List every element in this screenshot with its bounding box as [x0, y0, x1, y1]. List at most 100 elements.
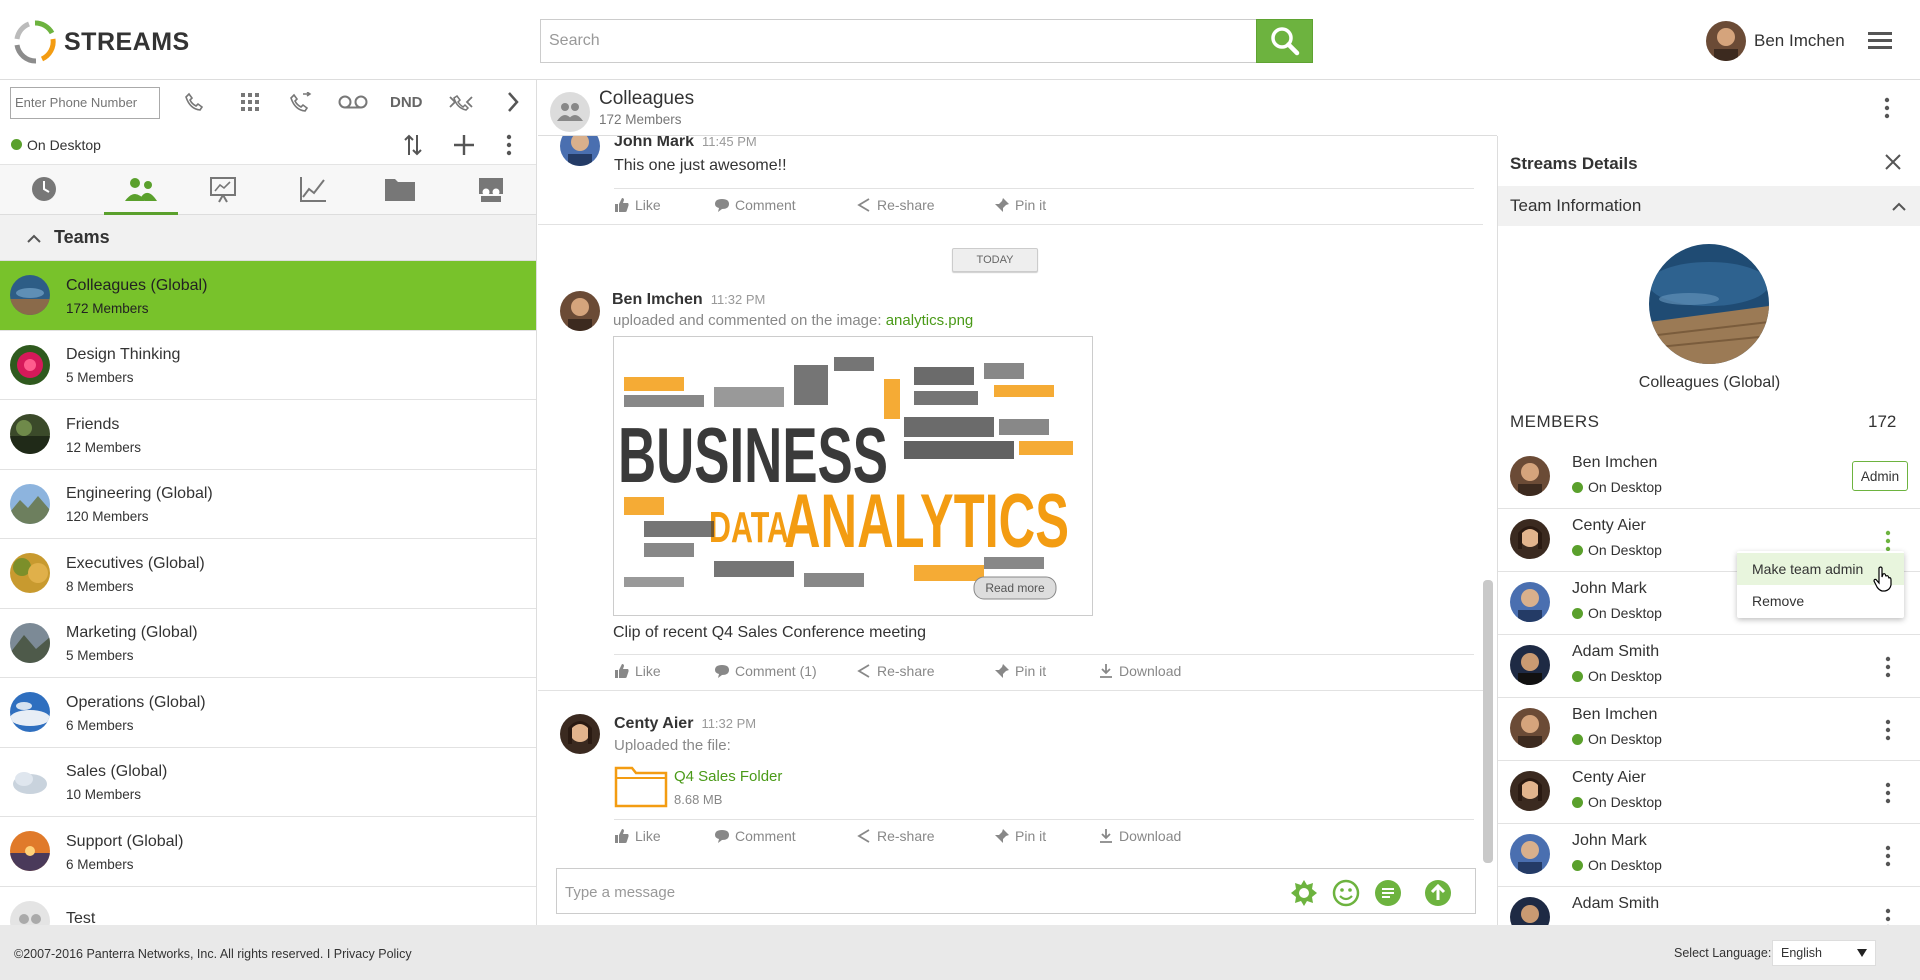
- member-options-icon[interactable]: [1884, 655, 1904, 679]
- admin-badge[interactable]: Admin: [1852, 461, 1908, 491]
- reshare-button[interactable]: Re-share: [856, 197, 935, 213]
- member-row[interactable]: Ben Imchen On Desktop: [1498, 698, 1920, 761]
- date-separator: TODAY: [952, 248, 1038, 272]
- team-item[interactable]: Test: [0, 887, 536, 925]
- member-options-icon[interactable]: [1884, 781, 1904, 805]
- post-image[interactable]: BUSINESS ANALYTICS DATA Read more: [613, 336, 1093, 616]
- member-avatar: [1510, 834, 1550, 874]
- download-button[interactable]: Download: [1098, 828, 1181, 844]
- member-options-icon[interactable]: [1884, 529, 1904, 553]
- member-name: Ben Imchen: [1572, 706, 1658, 723]
- language-select[interactable]: English: [1772, 940, 1876, 966]
- chat-bubble-icon[interactable]: [1374, 879, 1402, 907]
- member-options-icon[interactable]: [1884, 718, 1904, 742]
- dialpad-icon[interactable]: [240, 89, 260, 115]
- feed-scrollbar[interactable]: [1483, 580, 1493, 863]
- comment-button[interactable]: Comment: [714, 828, 796, 844]
- search-button[interactable]: [1256, 19, 1313, 63]
- member-list: Ben Imchen On Desktop Admin Centy Aier O…: [1498, 446, 1920, 925]
- tab-history[interactable]: [14, 175, 74, 215]
- tab-meetings[interactable]: [461, 175, 521, 215]
- share-icon: [857, 829, 870, 843]
- team-member-count: 6 Members: [66, 717, 134, 733]
- phone-icon[interactable]: [184, 89, 204, 115]
- tab-presentation[interactable]: [193, 175, 253, 215]
- team-item[interactable]: Executives (Global) 8 Members: [0, 539, 536, 609]
- teams-section-header[interactable]: Teams: [0, 215, 536, 261]
- reshare-button[interactable]: Re-share: [856, 663, 935, 679]
- pin-button[interactable]: Pin it: [994, 828, 1046, 844]
- search-input[interactable]: [540, 19, 1256, 63]
- member-row[interactable]: Adam Smith: [1498, 887, 1920, 925]
- streams-logo-icon: [14, 20, 56, 64]
- call-forward-icon[interactable]: [290, 89, 312, 115]
- team-item[interactable]: Marketing (Global) 5 Members: [0, 609, 536, 678]
- tab-analytics[interactable]: [283, 175, 343, 215]
- folder-icon: [385, 179, 415, 201]
- post-author[interactable]: John Mark: [614, 136, 694, 150]
- member-options-icon[interactable]: [1884, 844, 1904, 868]
- comment-icon: [715, 199, 729, 212]
- details-panel: Streams Details Team Information Colleag…: [1497, 136, 1920, 925]
- comment-button[interactable]: Comment: [714, 197, 796, 213]
- member-status: On Desktop: [1572, 605, 1662, 621]
- group-icon: [550, 92, 590, 132]
- team-member-count: 5 Members: [66, 370, 134, 386]
- like-button[interactable]: Like: [614, 828, 661, 844]
- team-item[interactable]: Operations (Global) 6 Members: [0, 678, 536, 748]
- channel-options-icon[interactable]: [1883, 96, 1903, 122]
- team-info-title: Team Information: [1510, 196, 1642, 215]
- member-row[interactable]: Adam Smith On Desktop: [1498, 635, 1920, 698]
- menu-icon[interactable]: [1868, 30, 1894, 52]
- team-item[interactable]: Engineering (Global) 120 Members: [0, 470, 536, 539]
- phone-number-input[interactable]: [10, 86, 160, 119]
- dnd-button[interactable]: DND: [390, 89, 423, 115]
- tab-teams[interactable]: [104, 175, 178, 215]
- member-status: On Desktop: [1572, 668, 1662, 684]
- reshare-button[interactable]: Re-share: [856, 828, 935, 844]
- post-author[interactable]: Centy Aier: [614, 715, 693, 732]
- add-icon[interactable]: [453, 134, 475, 156]
- like-button[interactable]: Like: [614, 663, 661, 679]
- pin-button[interactable]: Pin it: [994, 663, 1046, 679]
- member-avatar: [1510, 708, 1550, 748]
- tab-files[interactable]: [370, 175, 430, 215]
- user-profile[interactable]: Ben Imchen: [1706, 21, 1845, 61]
- call-transfer-icon[interactable]: [448, 89, 474, 115]
- member-avatar: [1510, 645, 1550, 685]
- member-row[interactable]: Ben Imchen On Desktop Admin: [1498, 446, 1920, 509]
- team-avatar: [10, 275, 50, 316]
- chevron-right-icon[interactable]: [506, 89, 520, 115]
- streams-logo[interactable]: STREAMS: [12, 18, 212, 66]
- member-row[interactable]: Centy Aier On Desktop: [1498, 761, 1920, 824]
- team-item[interactable]: Colleagues (Global) 172 Members: [0, 261, 536, 331]
- file-icon[interactable]: [614, 764, 668, 808]
- sort-icon[interactable]: [403, 133, 423, 157]
- attachment-link[interactable]: analytics.png: [886, 312, 974, 329]
- send-icon[interactable]: [1424, 879, 1452, 907]
- team-item[interactable]: Design Thinking 5 Members: [0, 331, 536, 400]
- sticker-icon[interactable]: [1290, 879, 1318, 907]
- emoji-icon[interactable]: [1332, 879, 1360, 907]
- comment-button[interactable]: Comment (1): [714, 663, 817, 679]
- like-button[interactable]: Like: [614, 197, 661, 213]
- team-info-section-header[interactable]: Team Information: [1498, 186, 1920, 226]
- close-icon[interactable]: [1884, 153, 1902, 171]
- member-row[interactable]: John Mark On Desktop: [1498, 824, 1920, 887]
- voicemail-icon[interactable]: [338, 89, 368, 115]
- post-author[interactable]: Ben Imchen: [612, 291, 703, 308]
- brand-name: STREAMS: [64, 27, 190, 56]
- team-item[interactable]: Sales (Global) 10 Members: [0, 748, 536, 817]
- team-item[interactable]: Support (Global) 6 Members: [0, 817, 536, 887]
- svg-text:DATA: DATA: [709, 503, 789, 552]
- thumbs-up-icon: [615, 198, 629, 212]
- presence-status[interactable]: On Desktop: [27, 137, 101, 153]
- member-options-icon[interactable]: [1884, 907, 1904, 925]
- message-input[interactable]: [565, 879, 1265, 905]
- more-options-icon[interactable]: [505, 133, 513, 157]
- download-button[interactable]: Download: [1098, 663, 1181, 679]
- post-subtext: uploaded and commented on the image: ana…: [613, 312, 974, 329]
- team-item[interactable]: Friends 12 Members: [0, 400, 536, 470]
- file-name-link[interactable]: Q4 Sales Folder: [674, 768, 782, 785]
- pin-button[interactable]: Pin it: [994, 197, 1046, 213]
